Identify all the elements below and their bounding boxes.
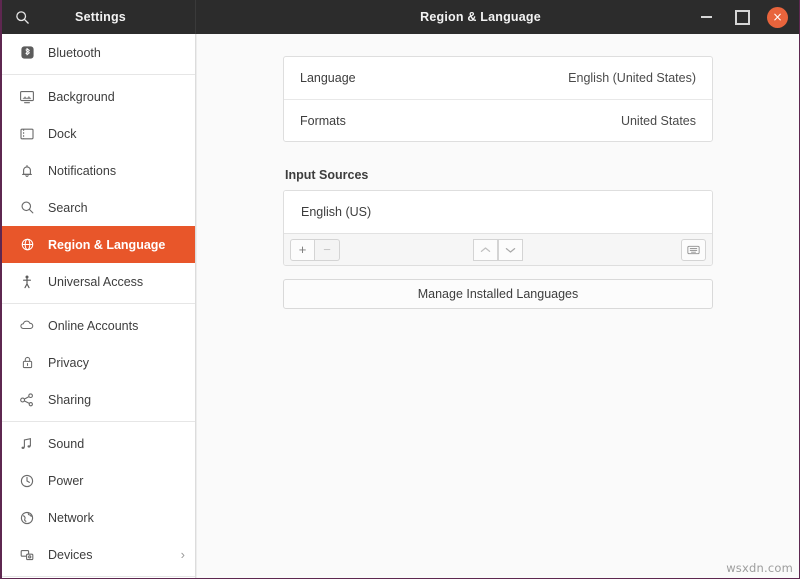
input-sources-heading: Input Sources	[285, 168, 713, 182]
sidebar-item-label: Privacy	[48, 356, 89, 370]
sidebar-separator	[2, 303, 195, 304]
bluetooth-icon	[16, 45, 38, 60]
sidebar-item-label: Devices	[48, 548, 92, 562]
window-body: Bluetooth Background	[2, 34, 799, 578]
formats-row[interactable]: Formats United States	[284, 99, 712, 141]
sidebar-item-sound[interactable]: Sound	[2, 425, 195, 462]
share-icon	[16, 392, 38, 408]
sidebar-item-label: Region & Language	[48, 238, 165, 252]
sidebar-separator	[2, 576, 195, 577]
background-icon	[16, 89, 38, 105]
formats-label: Formats	[300, 114, 346, 128]
keyboard-icon	[687, 245, 700, 255]
close-icon: ×	[772, 11, 782, 23]
minimize-button[interactable]	[695, 6, 717, 28]
input-sources-card: English (US) + −	[283, 190, 713, 266]
remove-input-source-button[interactable]: −	[315, 239, 340, 261]
language-value: English (United States)	[568, 71, 696, 85]
devices-icon	[16, 547, 38, 563]
sidebar-item-universal-access[interactable]: Universal Access	[2, 263, 195, 300]
sidebar-item-devices[interactable]: Devices ›	[2, 536, 195, 573]
sidebar-item-network[interactable]: Network	[2, 499, 195, 536]
sidebar-item-online-accounts[interactable]: Online Accounts	[2, 307, 195, 344]
sidebar-item-label: Online Accounts	[48, 319, 138, 333]
chevron-right-icon: ›	[181, 548, 185, 561]
titlebar: Settings Region & Language ×	[2, 0, 799, 34]
sidebar-item-label: Power	[48, 474, 83, 488]
formats-value: United States	[621, 114, 696, 128]
input-sources-toolbar: + −	[284, 233, 712, 265]
sidebar-item-label: Sound	[48, 437, 84, 451]
settings-window: Settings Region & Language × Bluetooth	[0, 0, 800, 579]
sidebar-item-label: Network	[48, 511, 94, 525]
chevron-down-icon	[505, 246, 516, 254]
titlebar-sidebar-section: Settings	[2, 0, 196, 34]
sidebar-item-label: Notifications	[48, 164, 116, 178]
sidebar-item-region-and-language[interactable]: Region & Language	[2, 226, 195, 263]
window-controls: ×	[695, 6, 799, 28]
move-down-button[interactable]	[498, 239, 523, 261]
accessibility-icon	[16, 274, 38, 290]
sidebar-item-label: Background	[48, 90, 115, 104]
sidebar-item-label: Search	[48, 201, 88, 215]
close-button[interactable]: ×	[767, 7, 788, 28]
cloud-icon	[16, 317, 38, 334]
sidebar-item-background[interactable]: Background	[2, 78, 195, 115]
search-icon	[15, 10, 30, 25]
add-input-source-button[interactable]: +	[290, 239, 315, 261]
sidebar: Bluetooth Background	[2, 34, 196, 578]
main-content: Language English (United States) Formats…	[196, 34, 799, 578]
page-title: Region & Language	[196, 10, 695, 24]
sidebar-item-power[interactable]: Power	[2, 462, 195, 499]
sidebar-item-label: Dock	[48, 127, 76, 141]
sidebar-item-label: Bluetooth	[48, 46, 101, 60]
move-button-group	[473, 239, 523, 261]
move-up-button[interactable]	[473, 239, 498, 261]
language-label: Language	[300, 71, 356, 85]
network-icon	[16, 510, 38, 526]
sidebar-item-privacy[interactable]: Privacy	[2, 344, 195, 381]
lock-icon	[16, 355, 38, 370]
titlebar-main-section: Region & Language ×	[196, 0, 799, 34]
sidebar-item-label: Universal Access	[48, 275, 143, 289]
preview-button-group	[681, 239, 706, 261]
sidebar-item-search[interactable]: Search	[2, 189, 195, 226]
sidebar-item-label: Sharing	[48, 393, 91, 407]
sidebar-item-notifications[interactable]: Notifications	[2, 152, 195, 189]
search-icon	[16, 200, 38, 215]
language-row[interactable]: Language English (United States)	[284, 57, 712, 99]
search-button[interactable]	[2, 0, 42, 34]
globe-icon	[16, 237, 38, 252]
language-formats-card: Language English (United States) Formats…	[283, 56, 713, 142]
settings-title: Settings	[42, 10, 195, 24]
sidebar-separator	[2, 74, 195, 75]
manage-installed-languages-button[interactable]: Manage Installed Languages	[283, 279, 713, 309]
power-icon	[16, 473, 38, 489]
sidebar-separator	[2, 421, 195, 422]
watermark: wsxdn.com	[726, 561, 793, 575]
show-keyboard-layout-button[interactable]	[681, 239, 706, 261]
input-source-list-item[interactable]: English (US)	[284, 191, 712, 233]
dock-icon	[16, 126, 38, 142]
chevron-up-icon	[480, 246, 491, 254]
sidebar-item-dock[interactable]: Dock	[2, 115, 195, 152]
add-remove-button-group: + −	[290, 239, 340, 261]
notifications-icon	[16, 163, 38, 179]
sound-icon	[16, 436, 38, 452]
sidebar-item-bluetooth[interactable]: Bluetooth	[2, 34, 195, 71]
maximize-button[interactable]	[731, 6, 753, 28]
sidebar-item-sharing[interactable]: Sharing	[2, 381, 195, 418]
